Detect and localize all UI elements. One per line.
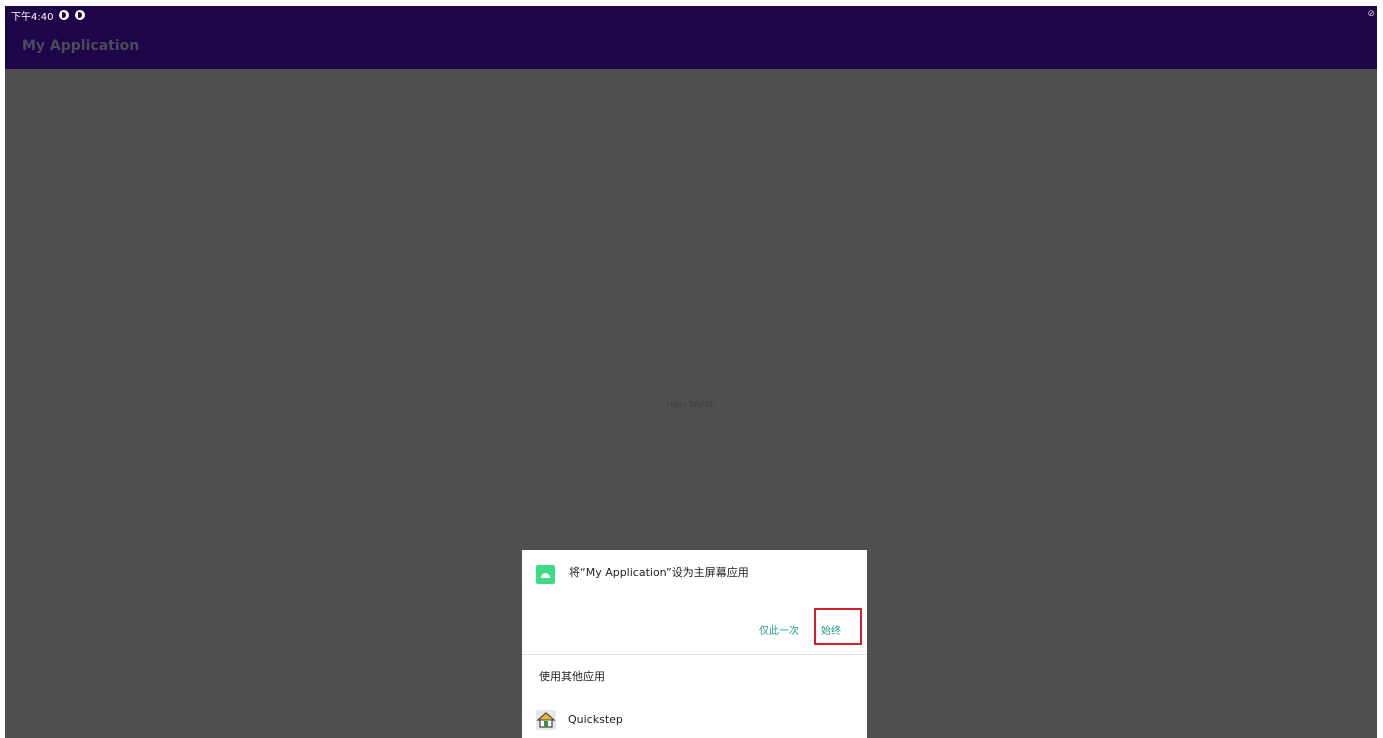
always-button-label: 始终 bbox=[821, 626, 841, 637]
status-bar: 下午4:40 ⊘ bbox=[5, 6, 1377, 24]
status-time: 下午4:40 bbox=[11, 11, 54, 23]
dialog-title: 将“My Application”设为主屏幕应用 bbox=[569, 566, 749, 579]
app-bar: My Application bbox=[5, 24, 1377, 69]
sync-icon bbox=[75, 10, 86, 20]
app-title: My Application bbox=[22, 38, 140, 54]
sync-icon bbox=[59, 10, 70, 20]
android-app-icon bbox=[536, 565, 555, 584]
home-icon bbox=[536, 710, 556, 730]
home-app-chooser-dialog: 将“My Application”设为主屏幕应用 仅此一次 始终 使用其他应用 … bbox=[522, 550, 867, 738]
app-option-label: Quickstep bbox=[568, 713, 623, 726]
just-once-button[interactable]: 仅此一次 bbox=[759, 622, 799, 637]
use-other-app-label: 使用其他应用 bbox=[539, 670, 605, 683]
app-option-quickstep[interactable]: Quickstep bbox=[522, 702, 867, 738]
divider bbox=[522, 654, 867, 655]
always-button[interactable]: 始终 bbox=[814, 608, 862, 645]
device-screen: 下午4:40 ⊘ My Application Hello World! 将“M… bbox=[5, 6, 1377, 738]
signal-icon: ⊘ bbox=[1367, 9, 1375, 19]
hello-text: Hello World! bbox=[666, 400, 716, 409]
